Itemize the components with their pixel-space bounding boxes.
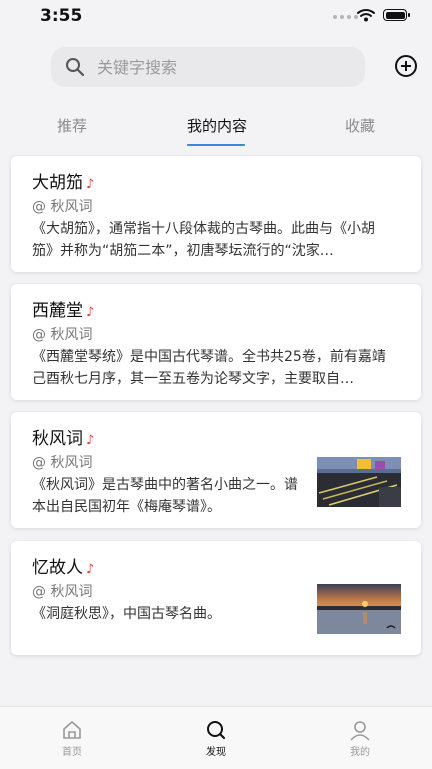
status-time: 3:55 [40,6,83,26]
nav-home[interactable]: 首页 [42,719,102,758]
nav-discover[interactable]: 发现 [186,719,246,758]
battery-icon [383,9,410,21]
tab-recommend[interactable]: 推荐 [57,115,87,136]
card-title: 秋风词 ♪ [32,429,95,449]
status-bar: 3:55 [0,0,432,34]
discover-search-icon [207,721,226,740]
card-title: 西麓堂 ♪ [32,301,95,321]
card-description: 《秋风词》是古琴曲中的著名小曲之一。谱本出自民国初年《梅庵琴谱》。 [32,477,298,515]
add-button[interactable] [394,54,418,78]
tab-my-content[interactable]: 我的内容 [187,115,247,136]
card-author: @ 秋风词 [32,455,93,471]
music-note-icon: ♪ [86,562,95,577]
content-card[interactable]: 大胡笳 ♪ @ 秋风词 《大胡笳》，通常指十八段体裁的古琴曲。此曲与《小胡笳》并称… [11,156,421,272]
card-title: 忆故人 ♪ [32,558,95,578]
card-author: @ 秋风词 [32,327,93,343]
nav-profile[interactable]: 我的 [330,719,390,758]
nav-home-label: 首页 [62,747,82,758]
card-description: 《大胡笳》，通常指十八段体裁的古琴曲。此曲与《小胡笳》并称为“胡笳二本”，初唐琴… [32,221,375,259]
music-note-icon: ♪ [86,177,95,192]
active-tab-indicator [187,144,245,146]
card-description: 《西麓堂琴统》是中国古代琴谱。全书共25卷，前有嘉靖己酉秋七月序，其一至五卷为论… [32,349,386,387]
card-thumbnail-image [317,457,401,507]
tab-favorites[interactable]: 收藏 [345,115,375,136]
card-author: @ 秋风词 [32,199,93,215]
cellular-signal-icon [333,15,358,19]
wifi-icon [357,9,375,22]
music-note-icon: ♪ [86,433,95,448]
nav-discover-label: 发现 [206,747,226,758]
nav-profile-label: 我的 [350,747,370,758]
card-author: @ 秋风词 [32,584,93,600]
content-card[interactable]: 忆故人 ♪ @ 秋风词 《洞庭秋思》，中国古琴名曲。 [11,541,421,655]
content-card[interactable]: 秋风词 ♪ @ 秋风词 《秋风词》是古琴曲中的著名小曲之一。谱本出自民国初年《梅庵… [11,412,421,528]
home-icon [63,721,81,739]
search-icon [66,58,85,77]
tab-bar: 推荐 我的内容 收藏 [0,110,432,150]
card-description: 《洞庭秋思》，中国古琴名曲。 [32,606,221,622]
search-input[interactable] [97,47,347,87]
bottom-nav: 首页 发现 我的 [0,706,432,769]
search-bar[interactable] [51,47,365,87]
card-title: 大胡笳 ♪ [32,173,95,193]
card-thumbnail-image [317,584,401,634]
user-icon [350,721,370,741]
content-card[interactable]: 西麓堂 ♪ @ 秋风词 《西麓堂琴统》是中国古代琴谱。全书共25卷，前有嘉靖己酉秋… [11,284,421,400]
music-note-icon: ♪ [86,305,95,320]
